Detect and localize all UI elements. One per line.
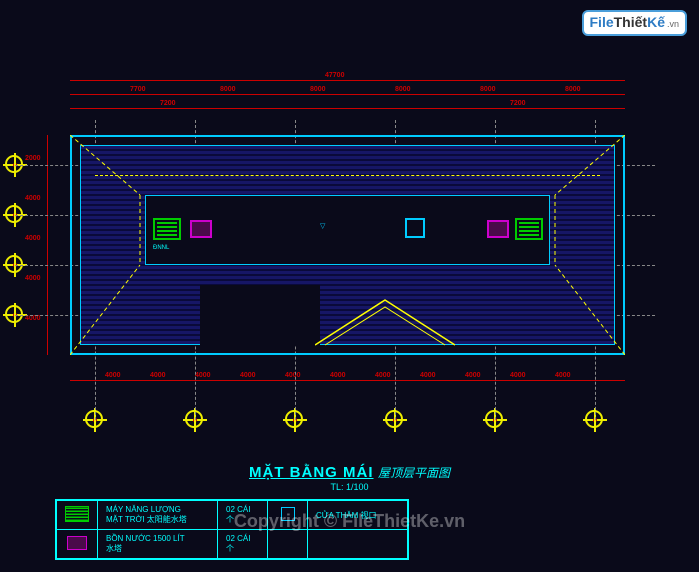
dim: 4000	[25, 315, 41, 322]
solar-panel-icon	[153, 218, 181, 240]
dim: 4000	[375, 372, 391, 379]
dim: 8000	[310, 86, 326, 93]
gable-front	[315, 295, 455, 350]
dim-line	[70, 94, 625, 95]
roof-hatch-icon	[405, 218, 425, 238]
logo-ke: Kế	[647, 14, 665, 30]
axis-marker	[585, 410, 603, 428]
title-main: MẶT BẰNG MÁI	[249, 464, 374, 481]
axis-marker	[5, 255, 23, 273]
dim: 7700	[130, 86, 146, 93]
legend-row: MÁY NĂNG LƯỢNG MẶT TRỜI 太阳能水塔 02 CÁI 个 C…	[57, 501, 408, 530]
axis-marker	[5, 155, 23, 173]
dim: 4000	[510, 372, 526, 379]
dim: 4000	[465, 372, 481, 379]
water-tank-icon	[190, 220, 212, 238]
dim-total: 47700	[325, 72, 344, 79]
dim: 8000	[395, 86, 411, 93]
axis-marker	[5, 205, 23, 223]
title-scale: TL: 1/100	[249, 482, 450, 492]
legend-label: CỬA THĂM 视口	[308, 501, 408, 530]
solar-panel-icon	[65, 506, 89, 522]
dim: 4000	[420, 372, 436, 379]
title-chinese: 屋顶层平面图	[378, 466, 450, 480]
dim: 4000	[330, 372, 346, 379]
dim: 4000	[285, 372, 301, 379]
legend-row: BỒN NƯỚC 1500 LÍT 水塔 02 CÁI 个	[57, 530, 408, 559]
cad-canvas: FileThiếtKế.vn 47700 7700 8000 8000 8000…	[0, 0, 699, 572]
axis-marker	[185, 410, 203, 428]
dim: 8000	[480, 86, 496, 93]
dim: 2000	[25, 155, 41, 162]
dim: 4000	[25, 275, 41, 282]
floor-plan-drawing: 47700 7700 8000 8000 8000 8000 8000 7200…	[55, 100, 635, 400]
logo-vn: .vn	[667, 19, 679, 29]
dim-line	[70, 380, 625, 381]
dim: 4000	[150, 372, 166, 379]
legend-table: MÁY NĂNG LƯỢNG MẶT TRỜI 太阳能水塔 02 CÁI 个 C…	[55, 499, 409, 560]
drawing-title: MẶT BẰNG MÁI 屋顶层平面图 TL: 1/100	[249, 464, 450, 492]
dim: 7200	[160, 100, 176, 107]
dim: 7200	[510, 100, 526, 107]
axis-marker	[5, 305, 23, 323]
dim-line	[70, 80, 625, 81]
legend-label: MÁY NĂNG LƯỢNG MẶT TRỜI 太阳能水塔	[98, 501, 218, 530]
axis-marker	[285, 410, 303, 428]
dim-line	[70, 108, 625, 109]
water-tank-icon	[67, 536, 87, 550]
roof-hatch-icon	[281, 507, 295, 521]
dim: 4000	[105, 372, 121, 379]
roof-notch	[200, 285, 320, 345]
axis-marker	[385, 410, 403, 428]
dim: 4000	[240, 372, 256, 379]
equip-label: ĐNNL	[153, 245, 169, 251]
legend-label: BỒN NƯỚC 1500 LÍT 水塔	[98, 530, 218, 559]
ridge-line	[95, 175, 600, 176]
dim: 8000	[220, 86, 236, 93]
dim: 4000	[195, 372, 211, 379]
dim: 8000	[565, 86, 581, 93]
water-tank-icon	[487, 220, 509, 238]
level-marker: ▽	[320, 222, 325, 230]
site-logo: FileThiếtKế.vn	[582, 10, 688, 36]
solar-panel-icon	[515, 218, 543, 240]
axis-marker	[485, 410, 503, 428]
dim: 4000	[25, 235, 41, 242]
dim-line	[47, 135, 48, 355]
logo-file: File	[590, 14, 614, 30]
legend-qty: 02 CÁI 个	[218, 530, 268, 559]
legend-qty: 02 CÁI 个	[218, 501, 268, 530]
logo-thiet: Thiết	[614, 14, 647, 30]
axis-marker	[85, 410, 103, 428]
dim: 4000	[555, 372, 571, 379]
dim: 4000	[25, 195, 41, 202]
